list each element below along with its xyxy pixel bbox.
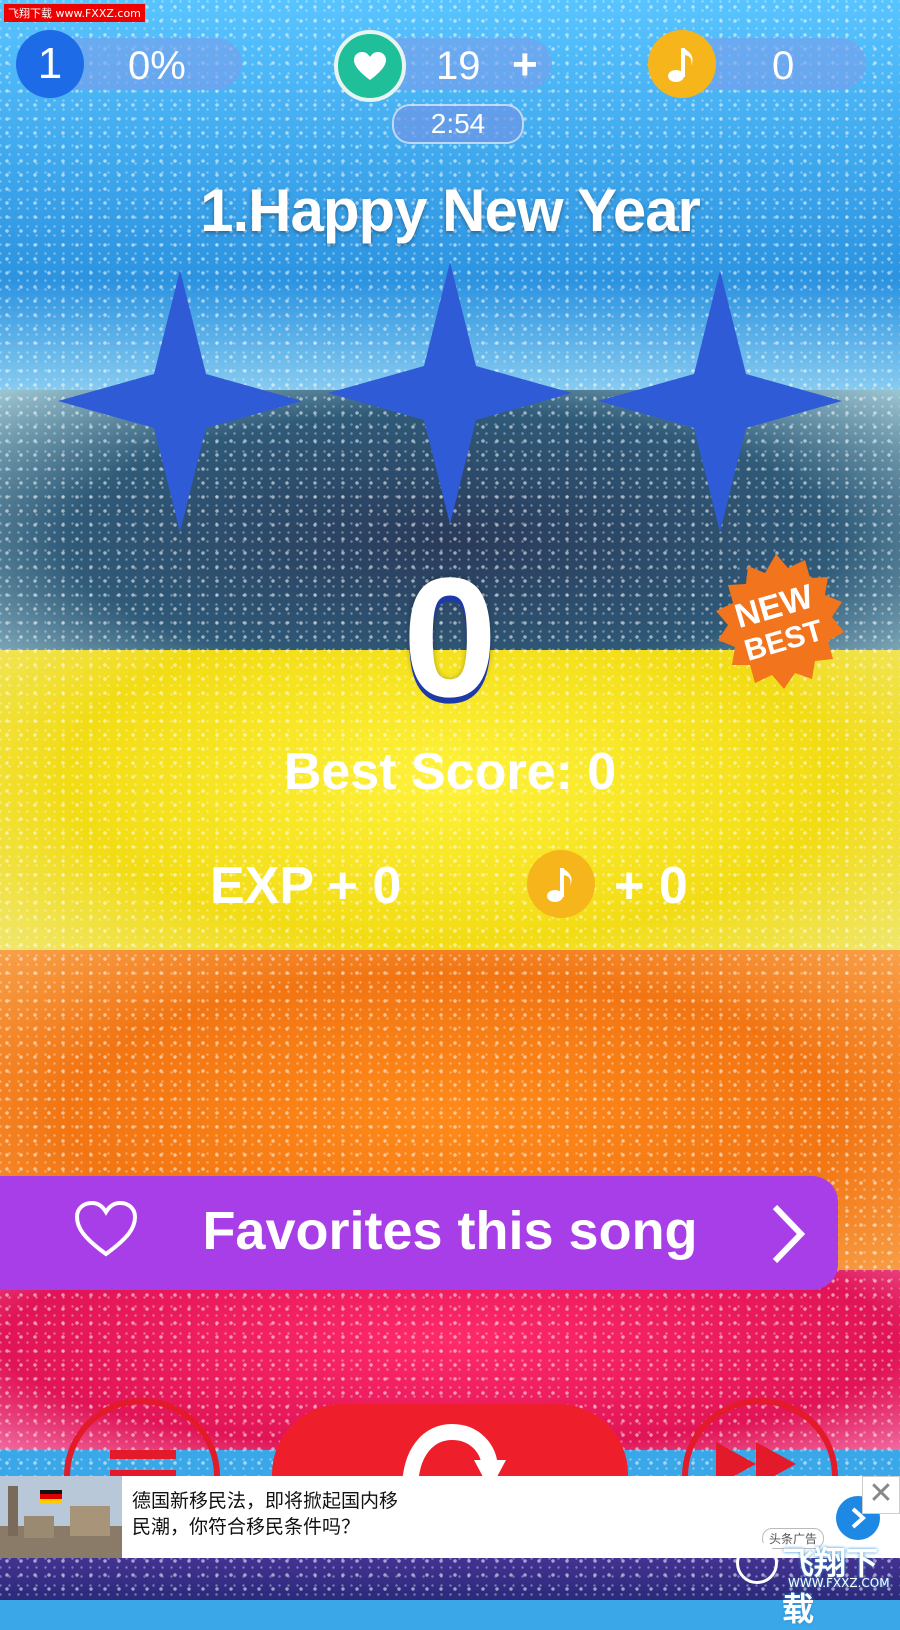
star-1-icon <box>58 270 302 532</box>
best-score-text: Best Score: 0 <box>283 743 617 801</box>
lives-refill-timer: 2:54 <box>392 104 524 144</box>
coin-reward: + 0 <box>614 857 688 915</box>
song-title: 1.Happy New Year <box>200 177 701 244</box>
watermark-top: 飞翔下载 www.FXXZ.com <box>4 4 145 22</box>
favorite-song-button[interactable]: Favorites this song <box>0 1176 838 1290</box>
level-badge: 1 <box>16 30 84 98</box>
music-note-icon <box>648 30 716 98</box>
star-2-icon <box>328 262 572 524</box>
chevron-right-icon <box>772 1204 806 1264</box>
watermark-logo-icon <box>736 1542 778 1584</box>
ad-close-button[interactable]: ✕ <box>862 1476 900 1514</box>
lives-count: 19 <box>436 44 481 88</box>
watermark-bottom: 飞翔下载 WWW.FXXZ.COM <box>736 1538 896 1628</box>
heart-icon <box>334 30 406 102</box>
ad-thumbnail <box>0 1476 122 1558</box>
level-progress-text: 0% <box>128 44 186 88</box>
ad-text: 德国新移民法，即将掀起国内移 民潮，你符合移民条件吗？ <box>132 1490 399 1538</box>
exp-reward: EXP + 0 <box>210 857 402 915</box>
add-lives-button[interactable]: + <box>512 40 538 90</box>
star-3-icon <box>598 270 842 532</box>
coins-count: 0 <box>772 44 795 88</box>
favorite-song-label: Favorites this song <box>202 1201 698 1261</box>
music-note-icon <box>527 850 595 918</box>
